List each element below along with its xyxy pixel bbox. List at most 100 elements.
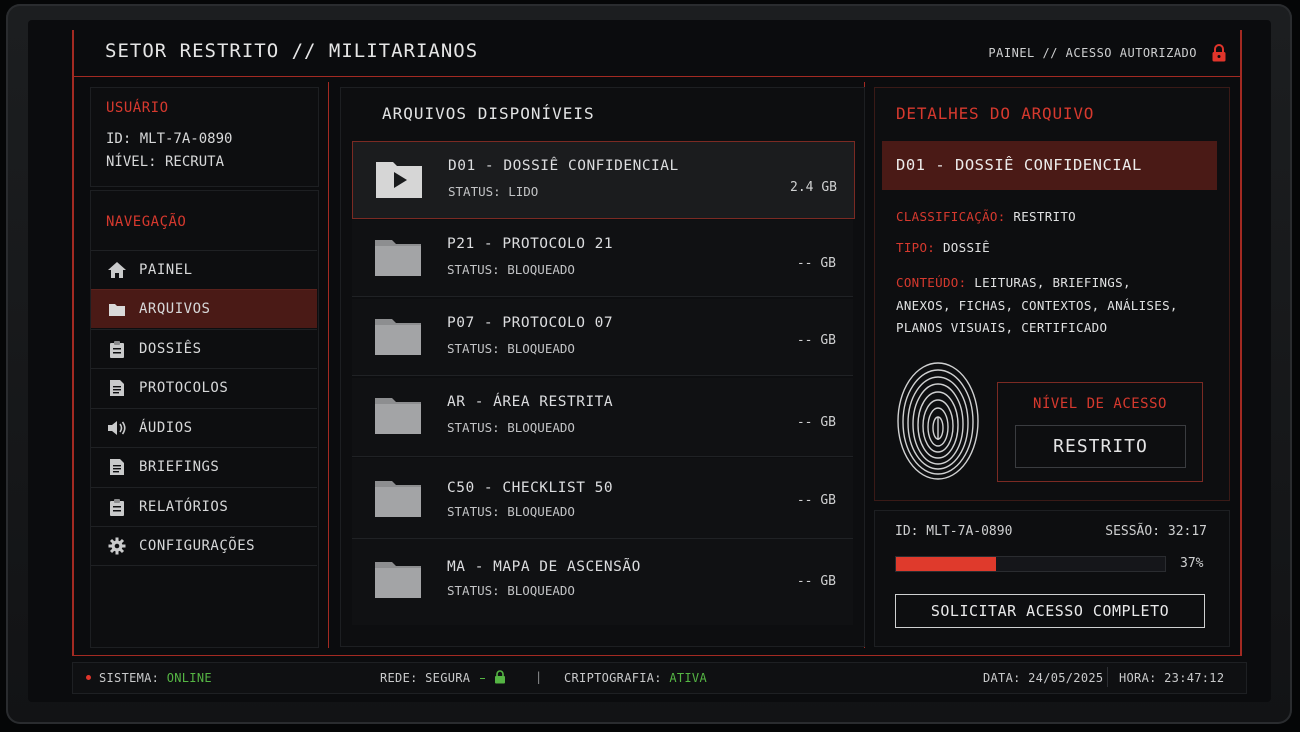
sidebar-item-dossies[interactable]: DOSSIÊS xyxy=(91,329,317,368)
lock-icon xyxy=(495,670,505,684)
folder-icon xyxy=(375,319,421,355)
home-icon xyxy=(107,260,127,280)
file-row-ma[interactable]: MA - MAPA DE ASCENSÃO STATUS: BLOQUEADO … xyxy=(352,539,853,625)
file-row-p21[interactable]: P21 - PROTOCOLO 21 STATUS: BLOQUEADO -- … xyxy=(352,220,853,297)
sidebar-item-relatorios[interactable]: RELATÓRIOS xyxy=(91,487,317,526)
sidebar-item-painel[interactable]: PAINEL xyxy=(91,250,317,289)
sidebar-item-protocolos[interactable]: PROTOCOLOS xyxy=(91,368,317,407)
access-progress-fill xyxy=(896,557,996,571)
network-status: REDE: SEGURA xyxy=(380,671,471,685)
content-label: CONTEÚDO: xyxy=(896,275,967,290)
fingerprint-icon xyxy=(897,362,979,480)
frame-right-line xyxy=(1240,30,1242,656)
access-level-label: NÍVEL DE ACESSO xyxy=(1033,396,1167,412)
classification-label: CLASSIFICAÇÃO: xyxy=(896,209,1006,224)
type-row: TIPO: DOSSIÊ xyxy=(896,240,990,255)
sidebar-item-label: CONFIGURAÇÕES xyxy=(139,538,256,554)
file-size: 2.4 GB xyxy=(790,180,837,195)
file-row-p07[interactable]: P07 - PROTOCOLO 07 STATUS: BLOQUEADO -- … xyxy=(352,299,853,376)
file-status: STATUS: BLOQUEADO xyxy=(447,504,575,519)
content-line-3: PLANOS VISUAIS, CERTIFICADO xyxy=(896,320,1108,335)
sidebar-item-label: PAINEL xyxy=(139,262,193,278)
file-status: STATUS: BLOQUEADO xyxy=(447,262,575,277)
file-size: -- GB xyxy=(796,493,836,508)
file-row-ar[interactable]: AR - ÁREA RESTRITA STATUS: BLOQUEADO -- … xyxy=(352,378,853,457)
file-status: STATUS: BLOQUEADO xyxy=(447,420,575,435)
crypto-status-value: ATIVA xyxy=(669,671,707,685)
access-level-value: RESTRITO xyxy=(1015,425,1186,468)
status-divider xyxy=(1107,667,1108,687)
content-row: CONTEÚDO: LEITURAS, BRIEFINGS, xyxy=(896,275,1131,290)
system-status: SISTEMA: ONLINE xyxy=(99,671,212,685)
file-name: P21 - PROTOCOLO 21 xyxy=(447,236,614,252)
status-time: HORA: 23:47:12 xyxy=(1119,671,1225,685)
crypto-status: CRIPTOGRAFIA: ATIVA xyxy=(564,671,707,685)
type-label: TIPO: xyxy=(896,240,936,255)
file-status: STATUS: BLOQUEADO xyxy=(447,341,575,356)
status-separator: | xyxy=(535,670,543,684)
clipboard-icon xyxy=(107,497,127,517)
file-status: STATUS: BLOQUEADO xyxy=(447,583,575,598)
gear-icon xyxy=(107,536,127,556)
request-full-access-button[interactable]: SOLICITAR ACESSO COMPLETO xyxy=(895,594,1205,628)
sidebar-item-label: RELATÓRIOS xyxy=(139,499,229,515)
file-name: MA - MAPA DE ASCENSÃO xyxy=(447,559,641,575)
classification-value: RESTRITO xyxy=(1013,209,1076,224)
nav-section-label: NAVEGAÇÃO xyxy=(106,214,187,230)
lock-icon xyxy=(1212,44,1226,62)
file-size: -- GB xyxy=(796,574,836,589)
classification-row: CLASSIFICAÇÃO: RESTRITO xyxy=(896,209,1076,224)
folder-icon xyxy=(375,562,421,598)
file-name: C50 - CHECKLIST 50 xyxy=(447,480,614,496)
sidebar-item-label: ARQUIVOS xyxy=(139,301,211,317)
sidebar-item-arquivos[interactable]: ARQUIVOS xyxy=(91,289,317,328)
user-section-label: USUÁRIO xyxy=(106,100,169,116)
details-title: DETALHES DO ARQUIVO xyxy=(896,104,1095,123)
sidebar-divider xyxy=(328,82,329,648)
document-icon xyxy=(107,378,127,398)
user-id: ID: MLT-7A-0890 xyxy=(106,131,233,147)
speaker-icon xyxy=(107,418,127,438)
files-title: ARQUIVOS DISPONÍVEIS xyxy=(382,104,595,123)
document-icon xyxy=(107,457,127,477)
user-level: NÍVEL: RECRUTA xyxy=(106,154,225,170)
session-user-id: ID: MLT-7A-0890 xyxy=(895,524,1013,539)
status-date: DATA: 24/05/2025 xyxy=(983,671,1104,685)
sidebar-item-configuracoes[interactable]: CONFIGURAÇÕES xyxy=(91,526,317,566)
sidebar-item-label: DOSSIÊS xyxy=(139,341,202,357)
system-status-dot xyxy=(86,675,91,680)
folder-icon xyxy=(375,398,421,434)
clipboard-icon xyxy=(107,339,127,359)
play-folder-icon xyxy=(376,162,422,198)
content-line-1: LEITURAS, BRIEFINGS, xyxy=(974,275,1131,290)
sidebar-item-label: ÁUDIOS xyxy=(139,420,193,436)
content-line-2: ANEXOS, FICHAS, CONTEXTOS, ANÁLISES, xyxy=(896,298,1178,313)
file-status: STATUS: LIDO xyxy=(448,184,539,199)
file-size: -- GB xyxy=(796,256,836,271)
file-name: P07 - PROTOCOLO 07 xyxy=(447,315,614,331)
folder-icon xyxy=(375,240,421,276)
folder-icon xyxy=(107,299,127,319)
sidebar-item-briefings[interactable]: BRIEFINGS xyxy=(91,447,317,486)
folder-icon xyxy=(375,481,421,517)
selected-file-name: D01 - DOSSIÊ CONFIDENCIAL xyxy=(896,156,1142,174)
frame-left-line xyxy=(72,30,74,656)
system-status-label: SISTEMA: xyxy=(99,671,160,685)
network-indicator-dash xyxy=(480,678,485,679)
crypto-status-label: CRIPTOGRAFIA: xyxy=(564,671,662,685)
file-size: -- GB xyxy=(796,333,836,348)
page-title: SETOR RESTRITO // MILITARIANOS xyxy=(105,40,479,62)
system-status-value: ONLINE xyxy=(166,671,212,685)
header-divider xyxy=(72,76,1242,77)
sidebar-item-label: PROTOCOLOS xyxy=(139,380,229,396)
file-row-c50[interactable]: C50 - CHECKLIST 50 STATUS: BLOQUEADO -- … xyxy=(352,458,853,539)
footer-divider xyxy=(72,655,1242,656)
sidebar-item-audios[interactable]: ÁUDIOS xyxy=(91,408,317,447)
selected-file-banner: D01 - DOSSIÊ CONFIDENCIAL xyxy=(882,141,1217,190)
progress-percent: 37% xyxy=(1180,556,1204,571)
file-name: D01 - DOSSIÊ CONFIDENCIAL xyxy=(448,158,679,174)
session-timer: SESSÃO: 32:17 xyxy=(1105,524,1207,539)
file-row-d01[interactable]: D01 - DOSSIÊ CONFIDENCIAL STATUS: LIDO 2… xyxy=(352,141,855,219)
file-name: AR - ÁREA RESTRITA xyxy=(447,394,614,410)
access-progress-bar xyxy=(895,556,1166,572)
